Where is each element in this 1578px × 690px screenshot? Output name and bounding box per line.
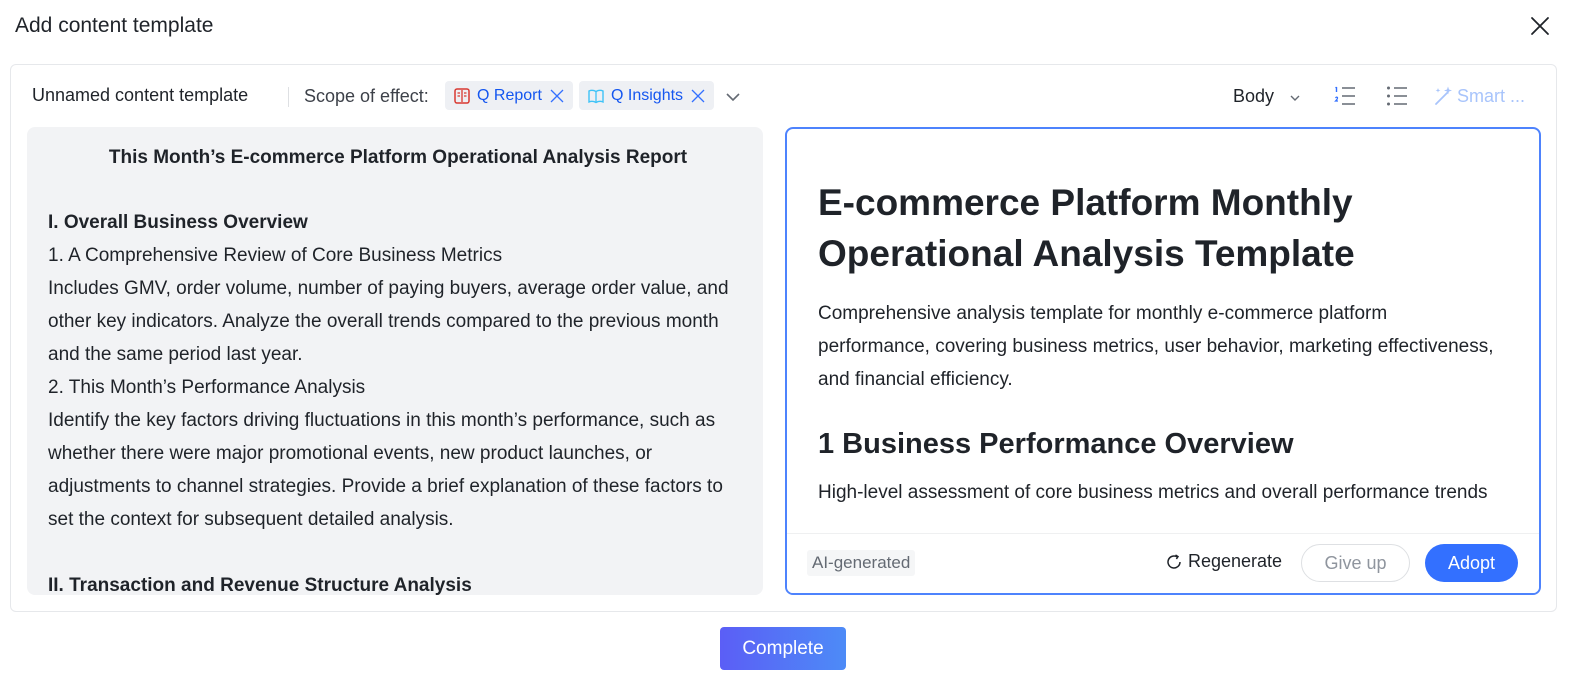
sparkle-wand-icon	[1435, 86, 1452, 105]
editor-toolbar: Unnamed content template Scope of effect…	[11, 65, 1556, 127]
source-item-heading: 1. A Comprehensive Review of Core Busine…	[48, 245, 503, 266]
close-icon[interactable]	[549, 88, 565, 104]
ai-suggestion-pane: E-commerce Platform Monthly Operational …	[785, 127, 1541, 595]
chevron-down-icon[interactable]	[723, 87, 743, 107]
ai-suggestion-content: E-commerce Platform Monthly Operational …	[818, 177, 1498, 509]
scope-tag-q-insights[interactable]: Q Insights	[579, 81, 715, 110]
refresh-icon	[1167, 553, 1181, 569]
report-icon	[453, 87, 471, 105]
scope-tag-label: Q Insights	[611, 86, 684, 104]
text-style-value: Body	[1233, 85, 1275, 106]
source-spacer	[48, 536, 748, 569]
source-content-pane[interactable]: This Month’s E-commerce Platform Operati…	[27, 127, 763, 595]
close-icon[interactable]	[690, 88, 706, 104]
source-section-heading: I. Overall Business Overview	[48, 212, 308, 233]
regenerate-button[interactable]: Regenerate	[1165, 551, 1282, 572]
insights-icon	[587, 87, 605, 105]
template-editor-card: Unnamed content template Scope of effect…	[10, 64, 1557, 612]
dialog-title: Add content template	[15, 14, 214, 37]
scope-tag-label: Q Report	[477, 86, 542, 104]
bulleted-list-icon[interactable]	[1385, 84, 1409, 108]
toolbar-divider	[288, 87, 289, 107]
text-style-select[interactable]: Body	[1233, 83, 1302, 109]
ai-section-description: High-level assessment of core business m…	[818, 482, 1488, 503]
close-icon[interactable]	[1528, 14, 1552, 38]
source-paragraph: Identify the key factors driving fluctua…	[48, 410, 723, 530]
give-up-button[interactable]: Give up	[1301, 544, 1410, 582]
ai-generated-badge: AI-generated	[807, 550, 916, 576]
complete-button[interactable]: Complete	[720, 627, 846, 670]
source-title: This Month’s E-commerce Platform Operati…	[108, 147, 688, 168]
chevron-down-icon	[1288, 89, 1302, 103]
scope-label: Scope of effect:	[304, 86, 429, 106]
ai-title: E-commerce Platform Monthly Operational …	[818, 182, 1355, 274]
source-section-heading: II. Transaction and Revenue Structure An…	[48, 575, 472, 595]
smart-assistant-button[interactable]: Smart ...	[1432, 83, 1525, 109]
ai-section-heading: 1 Business Performance Overview	[818, 428, 1294, 460]
source-paragraph: Includes GMV, order volume, number of pa…	[48, 278, 729, 365]
ordered-list-icon[interactable]	[1333, 84, 1357, 108]
scope-tag-q-report[interactable]: Q Report	[445, 81, 573, 110]
regenerate-label: Regenerate	[1188, 551, 1283, 571]
ai-action-bar: AI-generated Regenerate Give up Adopt	[787, 533, 1539, 593]
smart-label: Smart ...	[1457, 85, 1526, 106]
adopt-button[interactable]: Adopt	[1425, 544, 1518, 582]
ai-description: Comprehensive analysis template for mont…	[818, 303, 1494, 390]
template-name[interactable]: Unnamed content template	[32, 85, 248, 106]
source-item-heading: 2. This Month’s Performance Analysis	[48, 377, 366, 398]
